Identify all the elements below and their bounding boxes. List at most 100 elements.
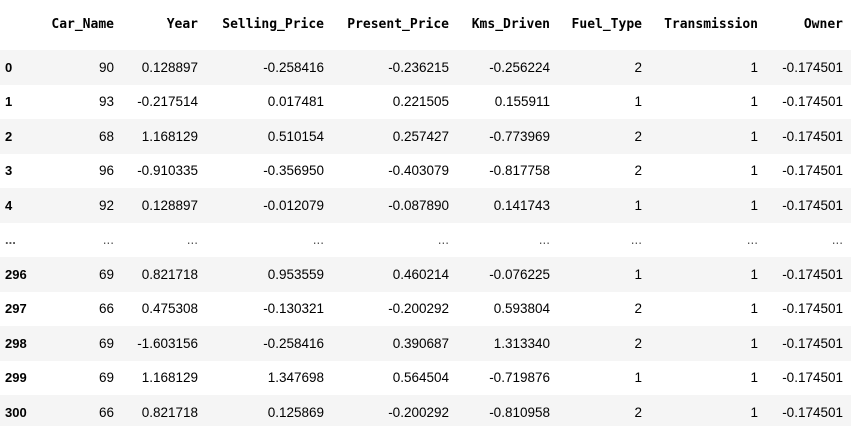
table-row: 298 69 -1.603156 -0.258416 0.390687 1.313340 2…	[0, 326, 851, 361]
column-header-transmission: Transmission	[664, 16, 758, 32]
cell-fuel-type: 1	[634, 197, 642, 213]
cell-fuel-type: 1	[634, 370, 642, 386]
column-header-year: Year	[166, 16, 198, 32]
cell-kms-driven: -0.719876	[489, 370, 550, 386]
cell-transmission: 1	[750, 335, 758, 351]
cell-selling-price: 0.017481	[267, 94, 324, 110]
cell-car-name: ...	[102, 232, 114, 248]
cell-kms-driven: -0.817758	[489, 163, 550, 179]
cell-fuel-type: 2	[634, 59, 642, 75]
cell-kms-driven: 0.155911	[494, 94, 550, 110]
cell-owner: -0.174501	[782, 301, 843, 317]
cell-transmission: 1	[750, 370, 758, 386]
cell-present-price: 0.460214	[392, 266, 449, 282]
table-row: 2 68 1.168129 0.510154 0.257427 -0.773969 2 1 -0…	[0, 119, 851, 154]
table-row: 297 66 0.475308 -0.130321 -0.200292 0.593804 2…	[0, 291, 851, 326]
cell-transmission: 1	[750, 404, 758, 420]
cell-fuel-type: 2	[634, 128, 642, 144]
cell-present-price: -0.403079	[388, 163, 449, 179]
row-index: 296	[5, 266, 27, 282]
cell-car-name: 92	[98, 197, 114, 213]
cell-transmission: 1	[750, 197, 758, 213]
cell-transmission: 1	[750, 94, 758, 110]
cell-present-price: 0.564504	[392, 370, 449, 386]
cell-transmission: 1	[750, 266, 758, 282]
cell-car-name: 93	[98, 94, 114, 110]
header-row: Car_Name Year Selling_Price Present_Pric…	[0, 0, 851, 50]
cell-kms-driven: 1.313340	[493, 335, 550, 351]
cell-kms-driven: ...	[538, 232, 550, 248]
cell-year: 0.128897	[141, 59, 198, 75]
cell-selling-price: 0.510154	[267, 128, 324, 144]
cell-present-price: 0.390687	[392, 335, 449, 351]
cell-kms-driven: 0.593804	[493, 301, 550, 317]
cell-kms-driven: -0.810958	[489, 404, 550, 420]
table-row: 300 66 0.821718 0.125869 -0.200292 -0.810958 2…	[0, 395, 851, 426]
cell-fuel-type: 1	[634, 94, 642, 110]
table-row: 4 92 0.128897 -0.012079 -0.087890 0.141743 1 1 -…	[0, 188, 851, 223]
row-index: 0	[5, 59, 13, 75]
cell-year: 0.821718	[141, 404, 198, 420]
cell-owner: -0.174501	[782, 163, 843, 179]
cell-year: ...	[186, 232, 198, 248]
cell-owner: -0.174501	[782, 128, 843, 144]
cell-car-name: 69	[98, 266, 114, 282]
cell-year: -1.603156	[137, 335, 198, 351]
cell-owner: -0.174501	[782, 197, 843, 213]
cell-present-price: -0.236215	[388, 59, 449, 75]
dataframe-output: Car_Name Year Selling_Price Present_Pric…	[0, 0, 851, 426]
cell-year: 1.168129	[141, 370, 198, 386]
cell-transmission: 1	[750, 59, 758, 75]
cell-owner: -0.174501	[782, 266, 843, 282]
cell-transmission: 1	[750, 301, 758, 317]
table-body: 0 90 0.128897 -0.258416 -0.236215 -0.256224 2 1…	[0, 50, 851, 426]
row-index: 4	[5, 197, 13, 213]
cell-selling-price: 0.125869	[267, 404, 324, 420]
cell-car-name: 68	[98, 128, 114, 144]
cell-selling-price: -0.258416	[263, 335, 324, 351]
column-header-selling-price: Selling_Price	[222, 16, 324, 32]
table-header: Car_Name Year Selling_Price Present_Pric…	[0, 0, 851, 50]
cell-car-name: 96	[98, 163, 114, 179]
table-row: 299 69 1.168129 1.347698 0.564504 -0.719876 1 1…	[0, 360, 851, 395]
row-index: 298	[5, 335, 27, 351]
row-index: 299	[5, 370, 27, 386]
cell-car-name: 69	[98, 335, 114, 351]
cell-present-price: 0.257427	[392, 128, 449, 144]
cell-present-price: -0.200292	[388, 404, 449, 420]
row-index: 300	[5, 404, 27, 420]
cell-kms-driven: -0.256224	[489, 59, 550, 75]
cell-transmission: 1	[750, 163, 758, 179]
cell-selling-price: -0.356950	[263, 163, 324, 179]
cell-fuel-type: 2	[634, 404, 642, 420]
cell-car-name: 66	[98, 301, 114, 317]
row-index: 3	[5, 163, 13, 179]
column-header-kms-driven: Kms_Driven	[471, 16, 550, 32]
column-header-present-price: Present_Price	[347, 16, 449, 32]
cell-fuel-type: ...	[630, 232, 642, 248]
cell-fuel-type: 2	[634, 335, 642, 351]
column-header-owner: Owner	[803, 16, 843, 32]
cell-present-price: 0.221505	[392, 94, 449, 110]
cell-fuel-type: 2	[634, 301, 642, 317]
row-index: ...	[5, 232, 16, 248]
cell-owner: -0.174501	[782, 370, 843, 386]
index-header	[0, 0, 44, 50]
cell-fuel-type: 1	[634, 266, 642, 282]
cell-year: -0.217514	[137, 94, 198, 110]
cell-owner: ...	[831, 232, 843, 248]
row-index: 2	[5, 128, 13, 144]
cell-kms-driven: -0.076225	[489, 266, 550, 282]
cell-fuel-type: 2	[634, 163, 642, 179]
cell-selling-price: -0.258416	[263, 59, 324, 75]
cell-car-name: 66	[98, 404, 114, 420]
dataframe-table: Car_Name Year Selling_Price Present_Pric…	[0, 0, 851, 426]
cell-selling-price: -0.012079	[263, 197, 324, 213]
cell-owner: -0.174501	[782, 335, 843, 351]
table-row: 296 69 0.821718 0.953559 0.460214 -0.076225 1 1…	[0, 257, 851, 292]
cell-year: 0.821718	[141, 266, 198, 282]
cell-selling-price: 0.953559	[267, 266, 324, 282]
cell-present-price: -0.200292	[388, 301, 449, 317]
table-row: 1 93 -0.217514 0.017481 0.221505 0.155911 1 1 -0…	[0, 84, 851, 119]
column-header-fuel-type: Fuel_Type	[571, 16, 642, 32]
